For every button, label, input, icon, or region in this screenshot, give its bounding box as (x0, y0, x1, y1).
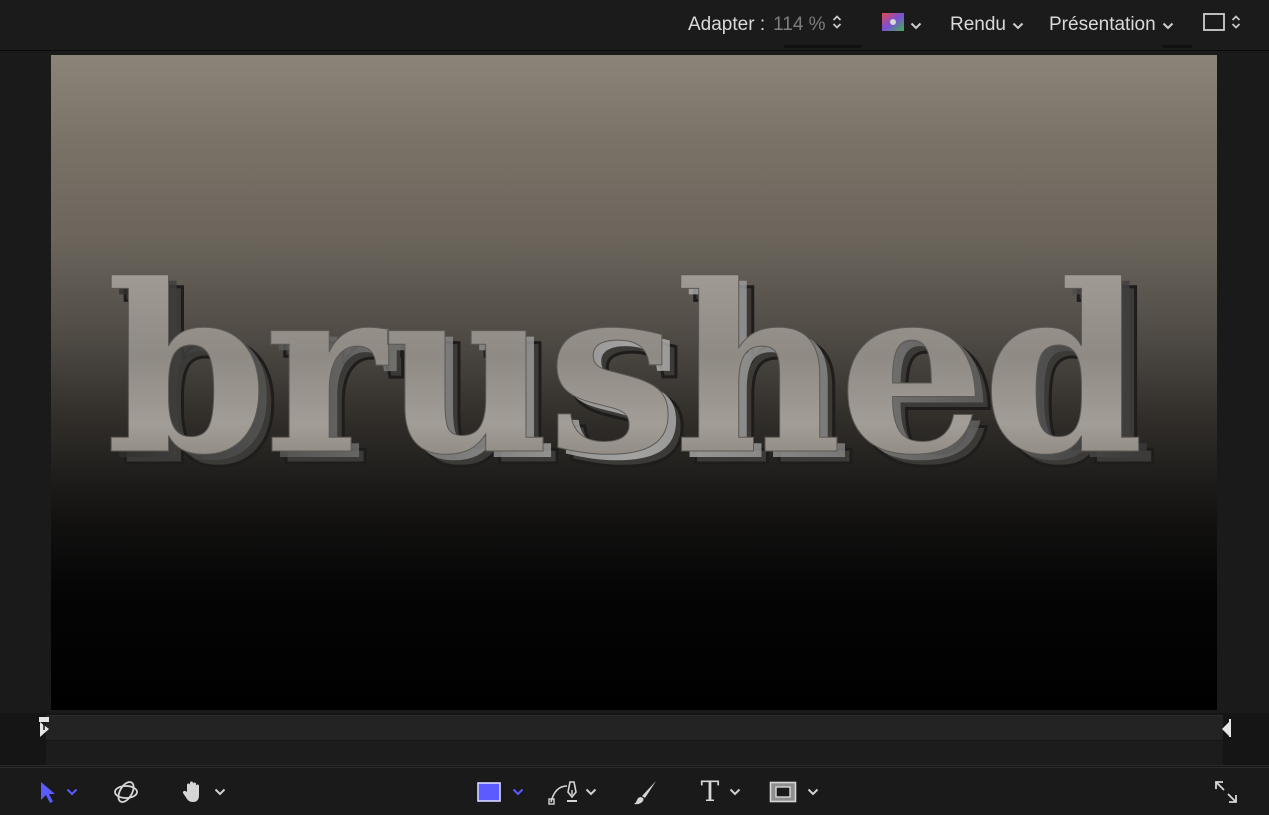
rectangle-shape-icon (476, 781, 502, 803)
text-tool-button[interactable]: T (692, 768, 750, 815)
play-range-end-icon[interactable] (1220, 716, 1232, 743)
channels-menu[interactable] (882, 0, 922, 50)
chevron-down-icon (729, 788, 741, 796)
mini-timeline (0, 713, 1269, 767)
title-text[interactable]: brushed (105, 233, 1144, 507)
paint-brush-icon (631, 778, 659, 806)
expand-icon (1213, 779, 1239, 805)
chevron-down-icon (512, 788, 524, 796)
play-range-start-icon[interactable] (38, 716, 52, 743)
chevron-down-icon (1012, 14, 1024, 36)
color-channels-icon (882, 13, 904, 37)
chevron-down-icon (585, 788, 597, 796)
shape-tool-button[interactable] (470, 768, 530, 815)
timeline-track-lower[interactable] (46, 741, 1223, 765)
3d-transform-button[interactable] (110, 768, 142, 815)
mask-tool-button[interactable] (764, 768, 824, 815)
text-tool-icon: T (700, 774, 720, 808)
canvas-render: brushed brushed brushed (105, 233, 1159, 520)
fullscreen-button[interactable] (1210, 768, 1242, 815)
zoom-label: Adapter : (688, 14, 766, 35)
chevron-down-icon (910, 14, 922, 36)
stepper-icon (1231, 14, 1241, 36)
render-menu[interactable]: Rendu (950, 0, 1024, 50)
pen-bezier-icon (547, 778, 581, 806)
select-tool-button[interactable] (30, 768, 86, 815)
arrow-select-icon (38, 780, 56, 804)
paint-stroke-button[interactable] (628, 768, 662, 815)
zoom-control[interactable]: Adapter : 114 % (688, 0, 842, 50)
view-menu-label: Présentation (1049, 14, 1156, 35)
layout-menu[interactable] (1203, 0, 1241, 50)
chevron-down-icon (66, 788, 78, 796)
pan-tool-button[interactable] (174, 768, 232, 815)
view-underline (1162, 45, 1192, 48)
hand-pan-icon (180, 779, 206, 805)
chevron-down-icon (1162, 14, 1174, 36)
viewer-layout-icon (1203, 13, 1225, 37)
3d-transform-icon (112, 778, 140, 806)
chevron-down-icon (214, 788, 226, 796)
canvas[interactable]: brushed brushed brushed (51, 55, 1217, 710)
chevron-down-icon (807, 788, 819, 796)
view-menu[interactable]: Présentation (1049, 0, 1174, 50)
timeline-divider (0, 765, 1269, 766)
zoom-underline (784, 45, 862, 48)
stepper-icon (832, 14, 842, 36)
bezier-tool-button[interactable] (541, 768, 603, 815)
viewer-header: Adapter : 114 % Rendu Présentation (0, 0, 1269, 51)
zoom-value: 114 % (773, 14, 826, 35)
timeline-track[interactable] (46, 715, 1223, 740)
mask-rectangle-icon (769, 781, 797, 803)
render-menu-label: Rendu (950, 14, 1006, 35)
tool-bar: T (0, 767, 1269, 815)
